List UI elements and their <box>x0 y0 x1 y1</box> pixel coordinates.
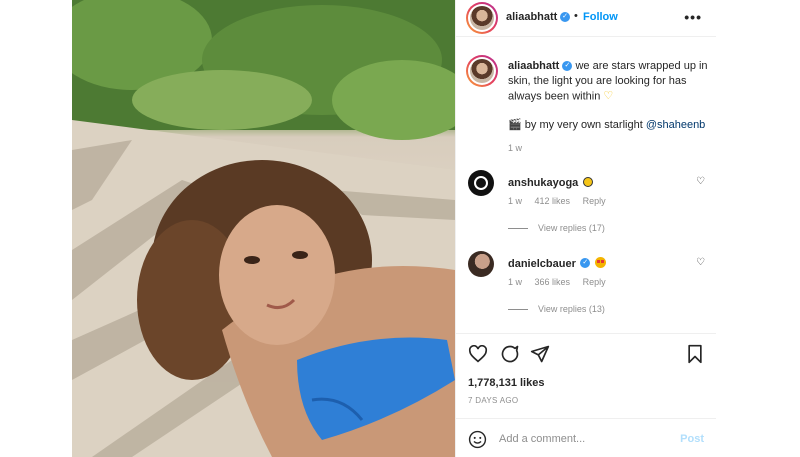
comment-row: danielcbauer ✓ <box>508 254 606 272</box>
comment-meta: 1 w 412 likes Reply <box>508 196 606 206</box>
more-options-icon[interactable]: ••• <box>684 9 702 25</box>
comment-username[interactable]: danielcbauer <box>508 258 576 270</box>
caption-credit: 🎬 by my very own starlight @shaheenb <box>508 118 708 133</box>
comment-like-icon[interactable]: ♡ <box>696 257 705 268</box>
view-replies-button[interactable]: View replies (13) <box>508 304 605 314</box>
comment-input[interactable]: Add a comment... <box>499 433 585 445</box>
share-icon[interactable] <box>530 344 550 364</box>
post-date: 7 DAYS AGO <box>468 396 519 405</box>
post-photo-illustration <box>72 0 455 457</box>
comment-username[interactable]: anshukayoga <box>508 177 578 189</box>
comment-time: 1 w <box>508 196 523 206</box>
verified-badge-icon: ✓ <box>562 61 573 72</box>
star-struck-emoji-icon <box>594 257 606 269</box>
author-avatar[interactable] <box>466 2 498 34</box>
caption-block: aliaabhatt ✓ we are stars wrapped up in … <box>508 59 708 153</box>
verified-badge-icon: ✓ <box>560 12 570 22</box>
commenter-avatar[interactable] <box>468 251 494 277</box>
sun-emoji-icon <box>582 176 593 187</box>
comment-like-icon[interactable]: ♡ <box>696 176 705 187</box>
caption-text: aliaabhatt ✓ we are stars wrapped up in … <box>508 59 708 104</box>
comment-likes[interactable]: 366 likes <box>535 277 571 287</box>
bookmark-icon[interactable] <box>686 344 704 364</box>
comment-reply-button[interactable]: Reply <box>583 196 606 206</box>
mention-link[interactable]: @shaheenb <box>646 119 706 131</box>
caption-username[interactable]: aliaabhatt <box>508 60 559 72</box>
commenter-avatar[interactable] <box>468 170 494 196</box>
post-comment-button[interactable]: Post <box>680 433 704 445</box>
comment-bar: Add a comment... Post <box>456 418 716 457</box>
post-header: aliaabhatt ✓ • Follow ••• <box>456 0 716 37</box>
comment-likes[interactable]: 412 likes <box>535 196 571 206</box>
view-replies-button[interactable]: View replies (17) <box>508 223 605 233</box>
comment-reply-button[interactable]: Reply <box>583 277 606 287</box>
post-photo[interactable] <box>72 0 455 457</box>
comment-time: 1 w <box>508 277 523 287</box>
comment-icon[interactable] <box>500 344 520 364</box>
comment-row: anshukayoga <box>508 173 593 191</box>
follow-button[interactable]: Follow <box>583 11 618 23</box>
view-replies-label: View replies (13) <box>538 304 605 314</box>
separator-dot: • <box>574 10 578 22</box>
clapper-icon: 🎬 <box>508 119 522 132</box>
heart-icon[interactable] <box>468 345 488 363</box>
author-username[interactable]: aliaabhatt <box>506 11 557 23</box>
post-sidebar: aliaabhatt ✓ • Follow ••• aliaabhatt ✓ w… <box>455 0 716 457</box>
yellow-heart-icon: ♡ <box>603 90 614 102</box>
verified-badge-icon: ✓ <box>580 257 591 268</box>
caption-credit-text: by my very own starlight <box>524 119 643 132</box>
view-replies-label: View replies (17) <box>538 223 605 233</box>
caption-time: 1 w <box>508 143 523 154</box>
caption-avatar[interactable] <box>466 55 498 87</box>
comment-meta: 1 w 366 likes Reply <box>508 277 606 287</box>
likes-count[interactable]: 1,778,131 likes <box>468 377 544 389</box>
emoji-icon[interactable] <box>468 430 487 449</box>
